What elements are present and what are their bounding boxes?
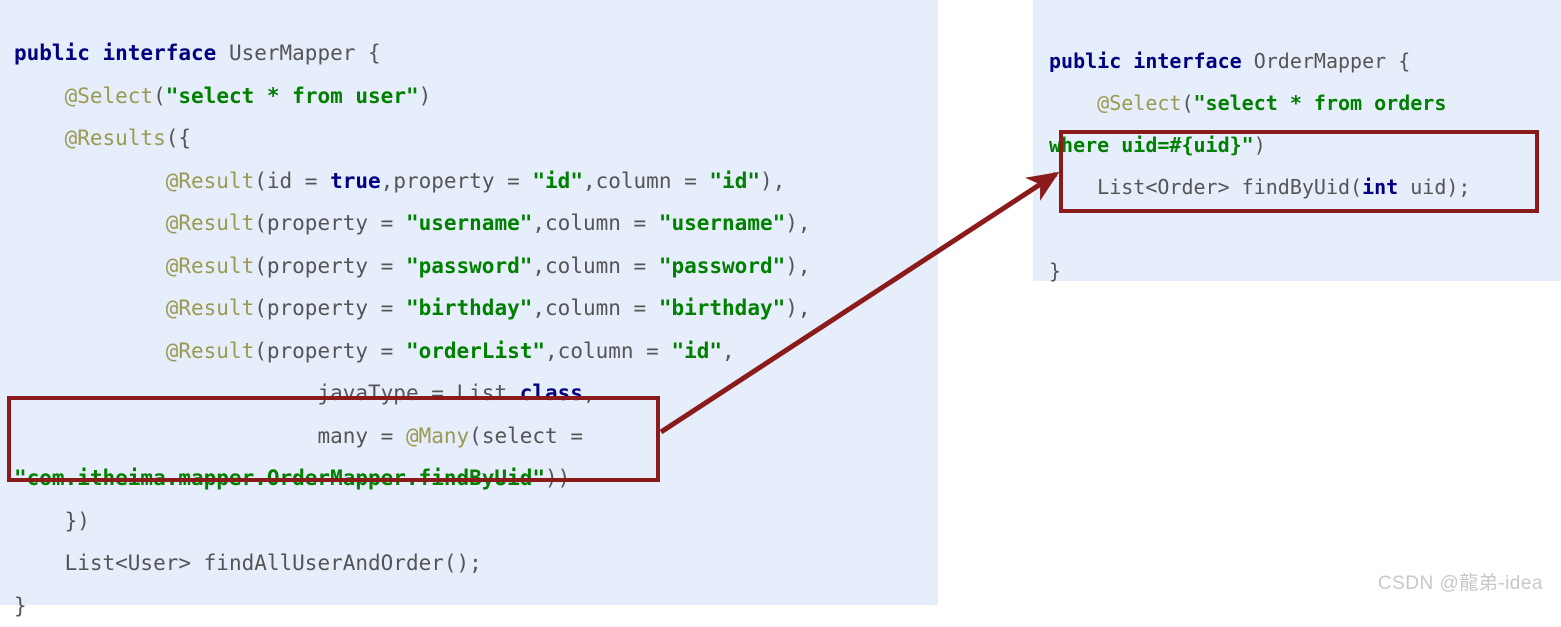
code-token: List<User> findAllUserAndOrder();: [64, 551, 482, 575]
code-token: where uid=#{uid}": [1049, 133, 1254, 157]
code-token: @Result: [165, 296, 255, 320]
code-token: "id": [532, 168, 583, 193]
code-token: @Result: [165, 168, 255, 193]
code-token: ,: [722, 338, 735, 363]
code-line: @Result(property = "orderList",column = …: [14, 339, 735, 363]
code-token: "id": [709, 168, 760, 193]
code-token: "com.itheima.mapper.OrderMapper.findByUi…: [14, 466, 546, 490]
code-line: @Result(property = "password",column = "…: [14, 254, 811, 278]
code-token: uid);: [1398, 175, 1471, 199]
code-token: (id =: [254, 168, 331, 193]
code-token: many =: [317, 423, 406, 448]
code-token: "select * from orders: [1193, 91, 1447, 115]
code-token: javaType = List.: [317, 381, 520, 405]
code-line: public interface OrderMapper {: [1049, 49, 1410, 73]
code-token: @Select: [1097, 91, 1182, 115]
code-line: where uid=#{uid}"): [1049, 133, 1266, 157]
code-token: }: [1049, 259, 1062, 283]
code-token: )): [545, 466, 571, 490]
csdn-watermark: CSDN @龍弟-idea: [1377, 573, 1543, 594]
code-line: @Result(id = true,property = "id",column…: [14, 168, 786, 193]
code-line: javaType = List.class,: [14, 381, 596, 405]
code-line: "com.itheima.mapper.OrderMapper.findByUi…: [14, 466, 570, 490]
code-token: public interface: [14, 41, 229, 65]
code-token: (property =: [254, 253, 406, 278]
code-token: "password": [405, 253, 533, 278]
code-token: ,: [582, 381, 596, 405]
code-token: ): [1253, 133, 1266, 157]
code-token: @Result: [165, 338, 255, 363]
code-token: @Many: [405, 423, 470, 448]
code-token: UserMapper {: [228, 41, 381, 65]
code-line: List<Order> findByUid(int uid);: [1049, 175, 1470, 199]
code-token: @Select: [64, 83, 154, 108]
code-token: "select * from user": [165, 83, 419, 108]
code-token: @Result: [165, 253, 255, 278]
code-line: @Select("select * from user"): [14, 83, 432, 108]
code-line: List<User> findAllUserAndOrder();: [14, 551, 482, 575]
code-token: int: [1362, 175, 1399, 199]
code-token: ,column =: [545, 338, 672, 363]
code-token: "username": [658, 211, 786, 235]
code-line: @Results({: [14, 126, 191, 150]
code-token: ),: [785, 296, 811, 320]
code-token: ),: [759, 168, 786, 193]
code-token: (: [1181, 91, 1194, 115]
code-line: }: [1049, 259, 1061, 283]
code-token: @Result: [165, 211, 255, 235]
code-token: ,column =: [532, 211, 659, 235]
code-token: ,property =: [380, 168, 533, 193]
code-token: public interface: [1049, 49, 1254, 73]
code-token: @Results: [64, 126, 166, 150]
code-token: (select =: [469, 423, 583, 448]
code-token: }: [14, 593, 27, 618]
code-line: }): [14, 509, 90, 533]
code-token: true: [330, 168, 381, 193]
code-token: ),: [785, 211, 811, 235]
code-token: (: [153, 83, 166, 108]
code-token: OrderMapper {: [1253, 49, 1411, 73]
code-line: many = @Many(select =: [14, 424, 583, 448]
code-token: }): [64, 508, 90, 533]
code-token: "orderList": [405, 338, 546, 363]
code-token: "id": [671, 338, 723, 363]
code-token: ,column =: [532, 296, 659, 320]
left-code-panel: public interface UserMapper { @Select("s…: [0, 0, 938, 618]
code-line: @Result(property = "username",column = "…: [14, 211, 811, 235]
code-token: "birthday": [405, 296, 533, 320]
code-token: (property =: [254, 296, 406, 320]
ordermapper-code-block[interactable]: public interface OrderMapper { @Select("…: [1033, 20, 1561, 292]
right-code-panel: public interface OrderMapper { @Select("…: [1033, 0, 1561, 283]
code-token: ,column =: [532, 253, 659, 278]
code-token: "password": [658, 253, 786, 278]
code-line: }: [14, 594, 27, 618]
code-token: ({: [165, 126, 192, 150]
code-token: (property =: [254, 211, 406, 235]
code-line: @Result(property = "birthday",column = "…: [14, 296, 811, 320]
code-token: "birthday": [658, 296, 786, 320]
code-token: ): [418, 83, 432, 108]
code-token: class: [519, 381, 583, 405]
code-line: @Select("select * from orders: [1049, 91, 1446, 115]
usermapper-code-block[interactable]: public interface UserMapper { @Select("s…: [0, 21, 952, 627]
code-token: ),: [785, 253, 811, 278]
code-token: ,column =: [582, 168, 710, 193]
code-token: (property =: [254, 338, 406, 363]
code-token: List<Order> findByUid(: [1097, 175, 1363, 199]
code-line: public interface UserMapper {: [14, 41, 381, 65]
code-token: "username": [405, 211, 533, 235]
